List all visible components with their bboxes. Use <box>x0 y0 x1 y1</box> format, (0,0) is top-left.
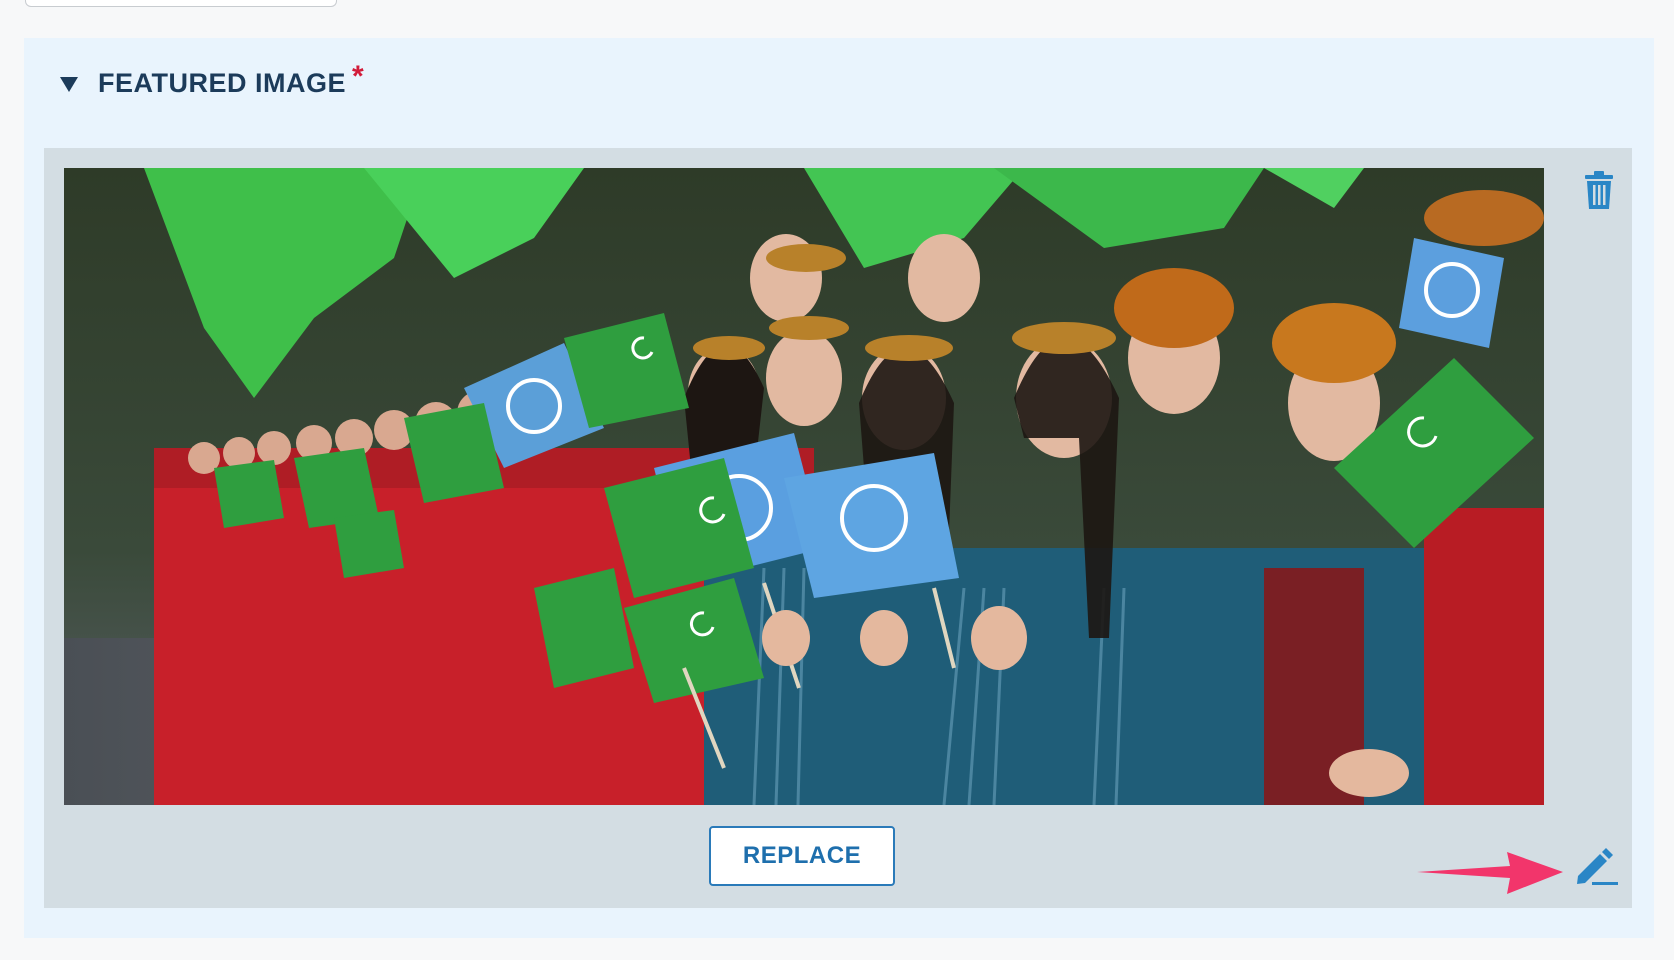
replace-button[interactable]: REPLACE <box>709 826 895 886</box>
annotation-arrow <box>1417 852 1563 894</box>
edit-button[interactable] <box>1574 846 1620 886</box>
required-marker: * <box>352 60 364 93</box>
featured-image-thumbnail <box>64 168 1544 805</box>
trash-icon <box>1585 171 1613 209</box>
pencil-icon <box>1577 848 1618 885</box>
section-title: FEATURED IMAGE <box>98 67 346 98</box>
featured-image-toggle[interactable]: FEATURED IMAGE * <box>60 60 364 100</box>
triangle-down-icon <box>60 76 78 92</box>
delete-button[interactable] <box>1582 170 1616 210</box>
previous-field-input[interactable] <box>25 0 337 7</box>
